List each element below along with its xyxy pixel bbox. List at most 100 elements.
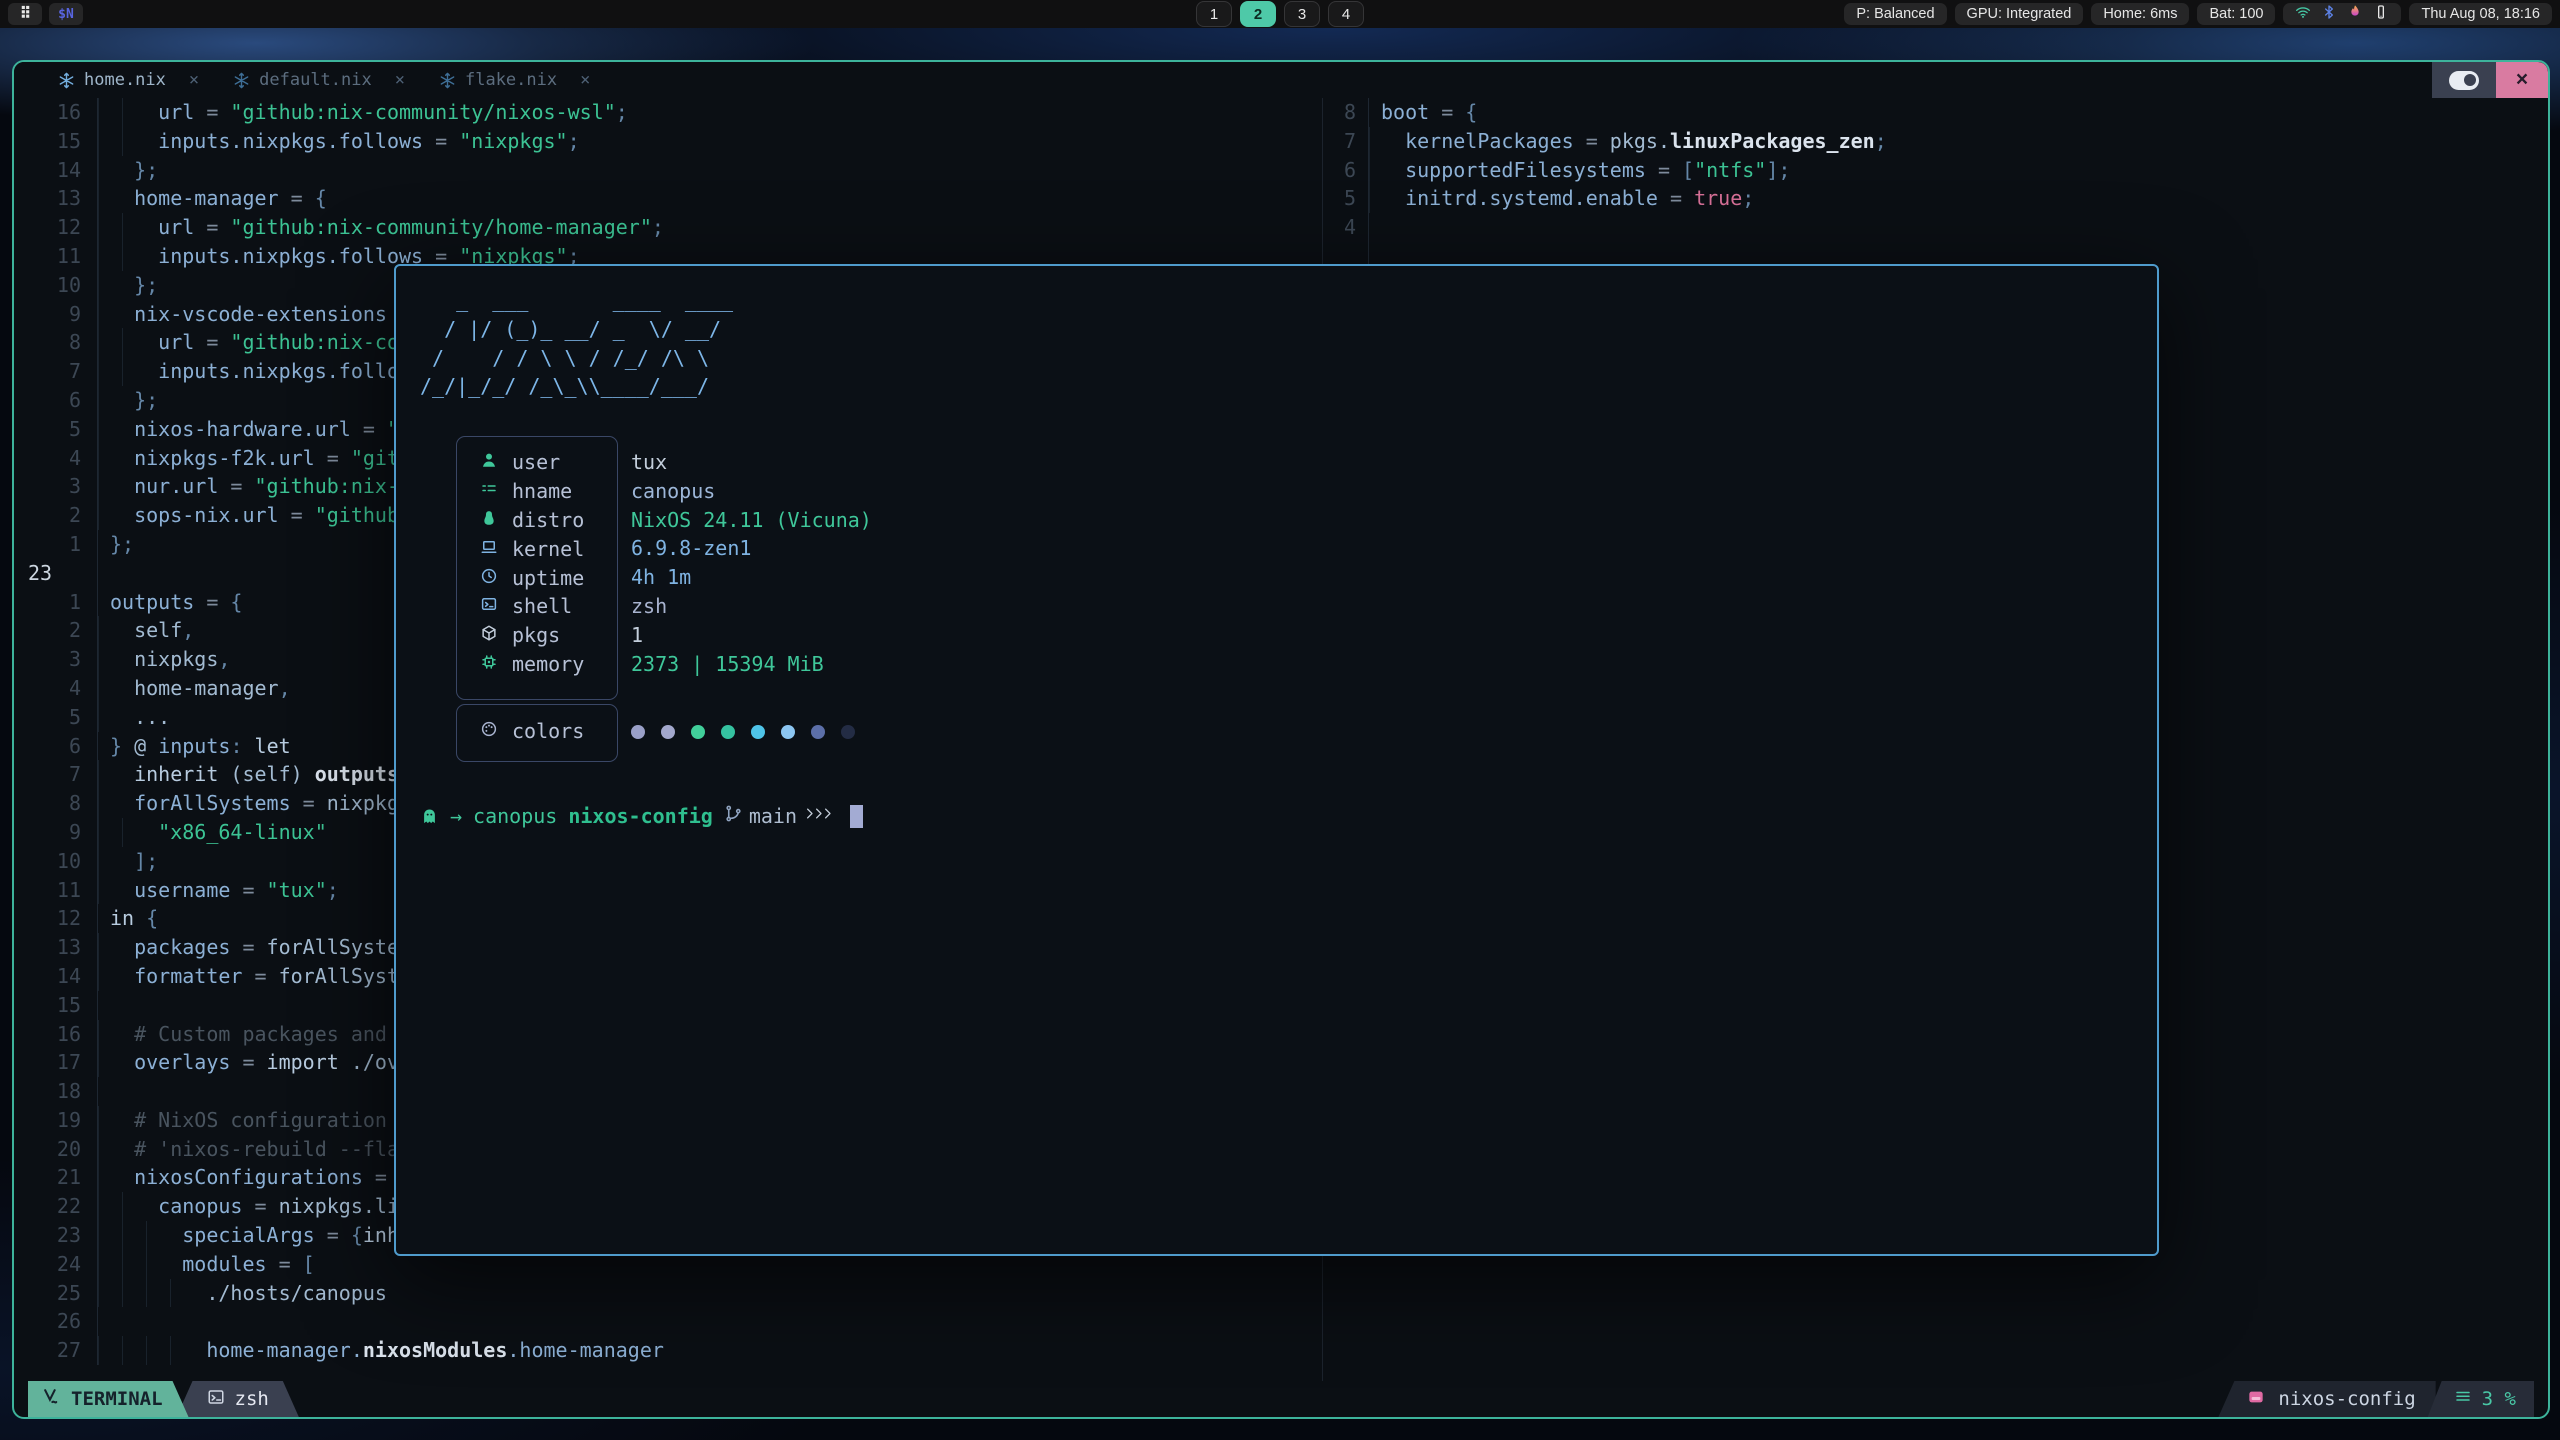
code-line[interactable]: 4 [1323,213,2548,242]
code-line[interactable]: 13 home-manager = { [14,184,1322,213]
bluetooth-icon[interactable] [2321,4,2337,24]
nix-badge-button[interactable]: $N [49,3,83,25]
terminal-prompt-icon [207,1388,225,1411]
tab-zsh[interactable]: zsh [177,1381,299,1417]
palette-dot [781,725,795,739]
code-line[interactable]: 12 url = "github:nix-community/home-mana… [14,213,1322,242]
clock-segment: Thu Aug 08, 18:16 [2409,3,2552,25]
tab-default.nix[interactable]: default.nix× [233,70,405,90]
code-line[interactable]: 6 supportedFilesystems = ["ntfs"]; [1323,156,2548,185]
line-number: 23 [14,1221,98,1250]
line-number: 14 [14,156,98,185]
line-number: 8 [14,328,98,357]
fetch-label: user [512,450,560,474]
line-number: 12 [14,213,98,242]
terminal-icon [480,594,498,618]
workspace-1[interactable]: 1 [1196,1,1232,27]
fetch-label: pkgs [512,623,560,647]
line-number: 9 [14,300,98,329]
line-number: 3 [14,472,98,501]
flame-icon[interactable] [2347,4,2363,24]
line-number: 12 [14,904,98,933]
code-line[interactable]: 15 inputs.nixpkgs.follows = "nixpkgs"; [14,127,1322,156]
shell-prompt[interactable]: → canopus nixos-config main [420,804,863,828]
clock-icon [480,566,498,590]
tab-flake.nix[interactable]: flake.nix× [439,70,590,90]
code-line[interactable]: 25 ./hosts/canopus [14,1279,1322,1308]
close-tab-icon[interactable]: × [395,70,405,90]
session-segment[interactable]: nixos-config [2218,1381,2435,1417]
line-number: 8 [14,789,98,818]
fetch-value-shell: zsh [631,592,872,621]
mode-segment[interactable]: TERMINAL [28,1381,189,1417]
prompt-directory: nixos-config [568,804,713,828]
window-toggle-switch[interactable] [2432,62,2496,98]
phone-icon[interactable] [2373,4,2389,24]
fetch-value-user: tux [631,448,872,477]
fetch-label: kernel [512,537,584,561]
nix-snowflake-icon [58,72,75,89]
rows-icon [480,479,498,503]
close-tab-icon[interactable]: × [580,70,590,90]
window-close-button[interactable]: × [2496,62,2548,98]
wifi-icon[interactable] [2295,4,2311,24]
palette-dot [631,725,645,739]
cube-icon [480,623,498,647]
tab-home.nix[interactable]: home.nix× [58,70,199,90]
mode-label: TERMINAL [71,1388,163,1410]
prompt-hostname: canopus [473,804,557,828]
fetch-value-pkgs: 1 [631,621,872,650]
fetch-row-pkgs: pkgs [456,621,616,650]
workspace-3[interactable]: 3 [1284,1,1320,27]
floating-terminal-pane[interactable]: _ ___ ____ ____ / |/ (_)_ __/ _ \/ __/ /… [394,264,2159,1256]
fetch-value-distro: NixOS 24.11 (Vicuna) [631,506,872,535]
line-number: 2 [14,616,98,645]
cpu-lines-icon [2454,1388,2472,1411]
nix-snowflake-icon [233,72,250,89]
palette-dot [751,725,765,739]
chip-icon [480,652,498,676]
gpu-segment: GPU: Integrated [1955,3,2084,25]
statusbar-right: nixos-config 3 % [2218,1381,2534,1417]
line-number: 4 [1323,213,1369,242]
ping-label: Home: 6ms [2103,6,2177,22]
gpu-label: GPU: Integrated [1967,6,2072,22]
line-number: 6 [14,732,98,761]
code-line[interactable]: 14 }; [14,156,1322,185]
grid-apps-icon [18,4,33,24]
line-number: 4 [14,674,98,703]
close-icon: × [2516,68,2528,92]
line-number: 16 [14,98,98,127]
code-line[interactable]: 5 initrd.systemd.enable = true; [1323,184,2548,213]
line-number: 15 [14,991,98,1020]
toggle-knob [2464,74,2476,86]
close-tab-icon[interactable]: × [189,70,199,90]
text-cursor [850,805,863,828]
window-controls: × [2432,62,2548,98]
line-number: 27 [14,1336,98,1365]
line-number: 3 [14,645,98,674]
toggle-pill [2449,71,2479,90]
code-line[interactable]: 8boot = { [1323,98,2548,127]
terminal-color-palette [631,725,855,739]
line-number: 4 [14,444,98,473]
palette-dot [811,725,825,739]
code-line[interactable]: 16 url = "github:nix-community/nixos-wsl… [14,98,1322,127]
line-number: 7 [14,357,98,386]
workspace-4[interactable]: 4 [1328,1,1364,27]
fetch-colors-row: colors [456,717,616,746]
app-launcher-button[interactable] [8,3,42,25]
fetch-label: uptime [512,566,584,590]
code-line[interactable]: 7 kernelPackages = pkgs.linuxPackages_ze… [1323,127,2548,156]
line-number: 6 [14,386,98,415]
ghost-icon [420,807,439,826]
person-icon [480,450,498,474]
line-number: 7 [1323,127,1369,156]
palette-icon [480,719,498,743]
terminal-window: home.nix× default.nix× flake.nix× × 16 url… [12,60,2550,1419]
code-line[interactable]: 27 home-manager.nixosModules.home-manage… [14,1336,1322,1365]
power-profile-label: P: Balanced [1856,6,1934,22]
code-line[interactable]: 26 [14,1307,1322,1336]
workspace-2[interactable]: 2 [1240,1,1276,27]
laptop-icon [480,537,498,561]
